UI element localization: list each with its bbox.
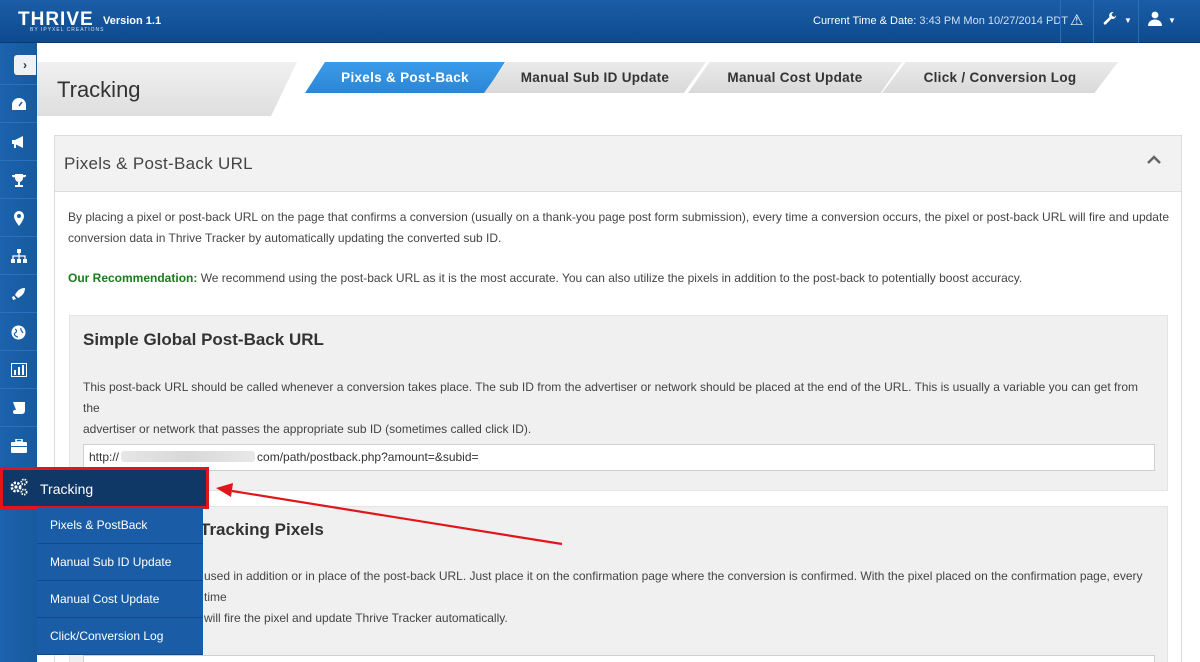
intro-line-2: conversion data in Thrive Tracker by aut… (68, 231, 502, 245)
postback-desc-line-2: advertiser or network that passes the ap… (83, 422, 532, 436)
tracking-submenu: Pixels & PostBack Manual Sub ID Update M… (37, 507, 203, 655)
divider (1138, 0, 1139, 43)
submenu-item-click-conversion-log[interactable]: Click/Conversion Log (37, 618, 203, 655)
tab-click-conversion-log[interactable]: Click / Conversion Log (882, 62, 1118, 93)
divider (1093, 0, 1094, 43)
chevron-down-icon[interactable]: ▼ (1124, 16, 1132, 25)
scroll-icon[interactable] (0, 388, 37, 426)
dashboard-icon[interactable] (0, 84, 37, 122)
wrench-icon[interactable] (1102, 11, 1118, 31)
submenu-item-manual-sub-id-update[interactable]: Manual Sub ID Update (37, 544, 203, 581)
recommendation-label: Our Recommendation: (68, 271, 198, 285)
pixels-section-title: Tracking Pixels (200, 520, 324, 539)
tracking-pixels-section: Tracking Pixels used in addition or in p… (69, 506, 1168, 662)
trophy-icon[interactable] (0, 160, 37, 198)
panel-header[interactable]: Pixels & Post-Back URL (55, 136, 1181, 192)
recommendation-body: We recommend using the post-back URL as … (197, 271, 1023, 285)
top-bar: THRIVE BY IPYXEL CREATIONS Version 1.1 C… (0, 0, 1200, 43)
map-marker-icon[interactable] (0, 198, 37, 236)
warning-icon[interactable]: ⚠ (1070, 11, 1083, 29)
rocket-icon[interactable] (0, 274, 37, 312)
chevron-up-icon[interactable] (1147, 152, 1161, 170)
redacted-domain (121, 451, 256, 462)
current-time: Current Time & Date: 3:43 PM Mon 10/27/2… (813, 15, 1068, 27)
globe-icon[interactable] (0, 312, 37, 350)
intro-text: By placing a pixel or post-back URL on t… (68, 207, 1173, 249)
submenu-item-pixels-postback[interactable]: Pixels & PostBack (37, 507, 203, 544)
bar-chart-icon[interactable] (0, 350, 37, 388)
postback-description: This post-back URL should be called when… (83, 377, 1158, 440)
postback-desc-line-1: This post-back URL should be called when… (83, 380, 1139, 415)
postback-url-input[interactable]: http:// com/path/postback.php?amount=&sub… (83, 444, 1155, 471)
sitemap-icon[interactable] (0, 236, 37, 274)
logo-subtitle: BY IPYXEL CREATIONS (30, 27, 105, 33)
panel-title: Pixels & Post-Back URL (64, 154, 253, 173)
user-icon[interactable] (1148, 11, 1162, 30)
pixels-description: used in addition or in place of the post… (204, 566, 1164, 629)
url-suffix: com/path/postback.php?amount=&subid= (257, 450, 479, 464)
version-label: Version 1.1 (103, 15, 162, 27)
sidebar-toggle-button[interactable]: › (14, 55, 36, 75)
intro-line-1: By placing a pixel or post-back URL on t… (68, 210, 1169, 224)
sidebar-item-tracking[interactable]: Tracking (0, 467, 209, 509)
briefcase-icon[interactable] (0, 426, 37, 464)
sidebar: › (0, 43, 37, 662)
tab-manual-cost-update[interactable]: Manual Cost Update (688, 62, 902, 93)
submenu-item-manual-cost-update[interactable]: Manual Cost Update (37, 581, 203, 618)
time-label: Current Time & Date: (813, 15, 917, 27)
pixels-desc-line-2: will fire the pixel and update Thrive Tr… (204, 611, 508, 625)
recommendation-text: Our Recommendation: We recommend using t… (68, 268, 1173, 289)
megaphone-icon[interactable] (0, 122, 37, 160)
pixels-postback-panel: Pixels & Post-Back URL By placing a pixe… (54, 135, 1182, 662)
divider (1060, 0, 1061, 43)
time-value: 3:43 PM Mon 10/27/2014 PDT (919, 15, 1068, 27)
pixel-code-input[interactable] (83, 655, 1155, 662)
sidebar-item-label: Tracking (40, 481, 94, 497)
chevron-down-icon[interactable]: ▼ (1168, 16, 1176, 25)
pixels-desc-line-1: used in addition or in place of the post… (204, 569, 1143, 604)
page-title: Tracking (57, 77, 141, 102)
postback-section-title: Simple Global Post-Back URL (83, 330, 324, 349)
tab-pixels-postback[interactable]: Pixels & Post-Back (305, 62, 505, 93)
postback-url-section: Simple Global Post-Back URL This post-ba… (69, 315, 1168, 491)
url-prefix: http:// (89, 450, 120, 464)
gears-icon (9, 478, 29, 501)
tab-manual-sub-id-update[interactable]: Manual Sub ID Update (484, 62, 706, 93)
